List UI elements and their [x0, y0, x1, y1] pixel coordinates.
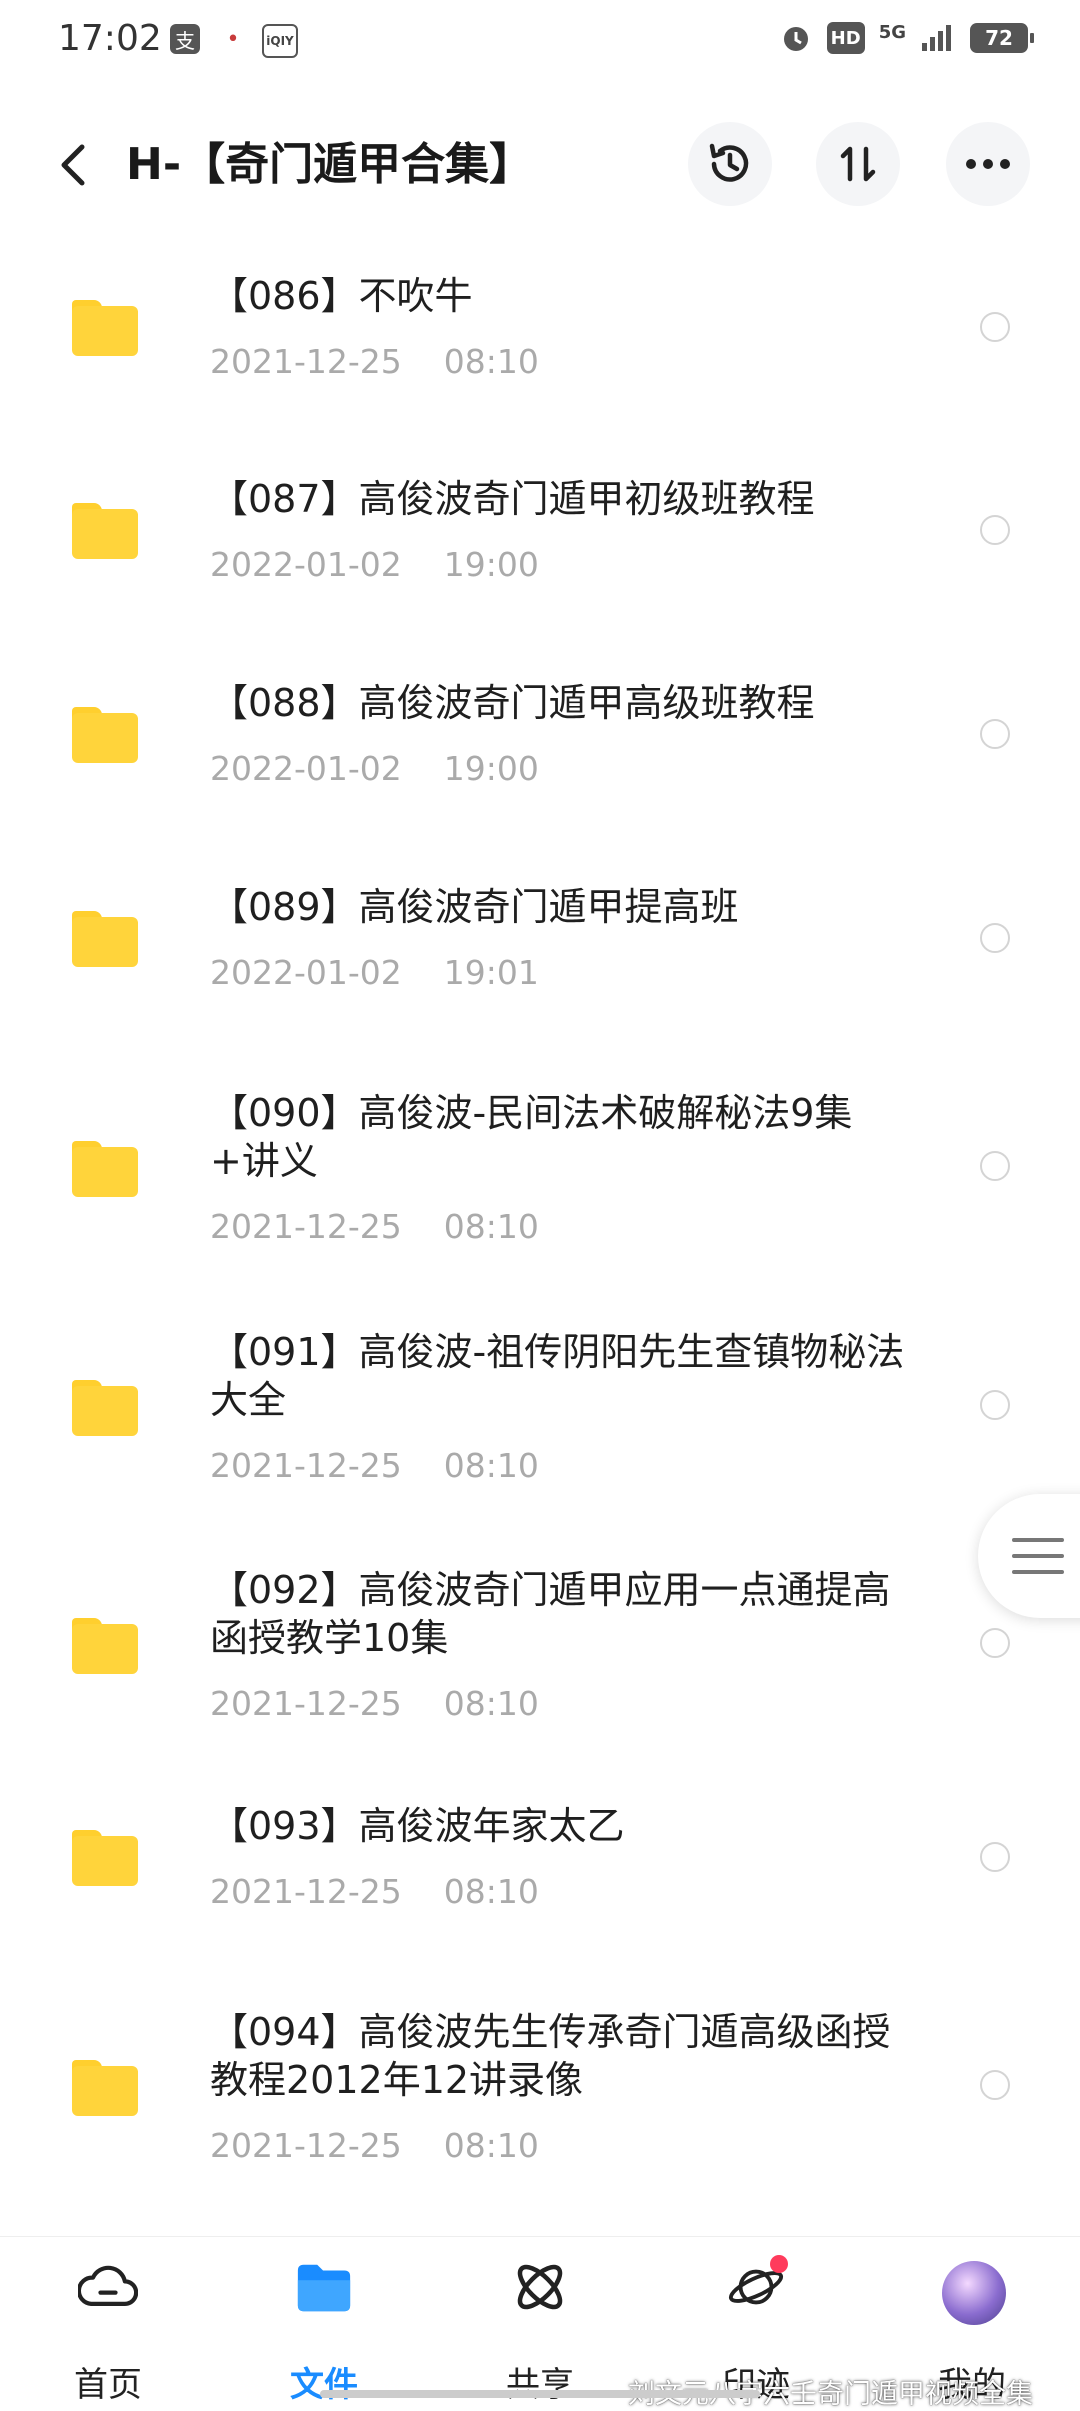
file-date: 2022-01-02 19:01 — [210, 953, 539, 992]
select-radio[interactable] — [980, 1842, 1010, 1872]
atom-share-icon — [510, 2257, 570, 2317]
folder-icon — [72, 1830, 138, 1886]
5g-icon: 5G — [878, 22, 906, 43]
status-bar: 17:02 支 • iQIY HD 5G 72 — [0, 0, 1080, 84]
back-button[interactable] — [48, 132, 98, 198]
file-date: 2021-12-25 08:10 — [210, 1446, 539, 1485]
select-radio[interactable] — [980, 719, 1010, 749]
select-radio[interactable] — [980, 923, 1010, 953]
file-name: 【093】高俊波年家太乙 — [210, 1804, 625, 1848]
avatar — [942, 2261, 1006, 2325]
hd-icon: HD — [826, 22, 865, 54]
select-radio[interactable] — [980, 1390, 1010, 1420]
signal-icon — [920, 22, 956, 54]
more-button[interactable] — [946, 122, 1030, 206]
alarm-icon — [779, 22, 813, 54]
nav-share[interactable]: 共享 — [470, 2257, 610, 2405]
folder-icon — [72, 707, 138, 763]
folder-icon — [294, 2257, 354, 2317]
file-date: 2021-12-25 08:10 — [210, 1684, 539, 1723]
file-date: 2022-01-02 19:00 — [210, 545, 539, 584]
page-title: H-【奇门遁甲合集】 — [126, 139, 534, 190]
select-radio[interactable] — [980, 515, 1010, 545]
nav-home-label: 首页 — [74, 2365, 142, 2405]
sort-button[interactable] — [816, 122, 900, 206]
back-arrow-icon — [61, 144, 85, 186]
notification-badge — [770, 2255, 788, 2273]
nav-share-label: 共享 — [506, 2365, 574, 2405]
alipay-icon: 支 — [170, 24, 200, 54]
file-date: 2021-12-25 08:10 — [210, 1207, 539, 1246]
folder-icon — [72, 1141, 138, 1197]
list-item[interactable]: 【088】高俊波奇门遁甲高级班教程 2022-01-02 19:00 — [0, 643, 1080, 833]
sort-icon — [840, 146, 876, 182]
list-item[interactable]: 【093】高俊波年家太乙 2021-12-25 08:10 — [0, 1766, 1080, 1956]
file-date: 2021-12-25 08:10 — [210, 1872, 539, 1911]
folder-icon — [72, 2060, 138, 2116]
history-icon — [709, 143, 749, 182]
cloud-home-icon — [78, 2257, 138, 2317]
file-date: 2021-12-25 08:10 — [210, 2126, 539, 2165]
folder-icon — [72, 1380, 138, 1436]
list-item[interactable]: 【090】高俊波-民间法术破解秘法9集+讲义 2021-12-25 08:10 — [0, 1051, 1080, 1281]
notification-dot-icon: • — [226, 26, 240, 52]
file-date: 2021-12-25 08:10 — [210, 342, 539, 381]
iqiyi-icon: iQIY — [262, 24, 298, 58]
file-name: 【090】高俊波-民间法术破解秘法9集+讲义 — [210, 1091, 853, 1183]
folder-icon — [72, 503, 138, 559]
list-item[interactable]: 【089】高俊波奇门遁甲提高班 2022-01-02 19:01 — [0, 847, 1080, 1037]
select-radio[interactable] — [980, 1628, 1010, 1658]
nav-files-label: 文件 — [290, 2365, 358, 2405]
folder-icon — [72, 300, 138, 356]
select-radio[interactable] — [980, 1151, 1010, 1181]
file-name: 【091】高俊波-祖传阴阳先生查镇物秘法大全 — [210, 1330, 905, 1422]
file-name: 【089】高俊波奇门遁甲提高班 — [210, 885, 739, 929]
folder-icon — [72, 1618, 138, 1674]
more-icon — [966, 159, 1010, 169]
list-item[interactable]: 【094】高俊波先生传承奇门遁高级函授教程2012年12讲录像 2021-12-… — [0, 1970, 1080, 2200]
select-radio[interactable] — [980, 2070, 1010, 2100]
home-indicator[interactable] — [320, 2390, 760, 2398]
select-radio[interactable] — [980, 312, 1010, 342]
list-item[interactable]: 【091】高俊波-祖传阴阳先生查镇物秘法大全 2021-12-25 08:10 — [0, 1290, 1080, 1520]
file-name: 【094】高俊波先生传承奇门遁高级函授教程2012年12讲录像 — [210, 2010, 891, 2102]
battery-indicator: 72 — [970, 23, 1034, 53]
file-name: 【086】不吹牛 — [210, 274, 473, 318]
history-button[interactable] — [688, 122, 772, 206]
header-bar: H-【奇门遁甲合集】 — [0, 110, 1080, 220]
file-name: 【087】高俊波奇门遁甲初级班教程 — [210, 477, 815, 521]
nav-files[interactable]: 文件 — [254, 2257, 394, 2405]
list-item[interactable]: 【087】高俊波奇门遁甲初级班教程 2022-01-02 19:00 — [0, 439, 1080, 629]
nav-home[interactable]: 首页 — [38, 2257, 178, 2405]
list-item[interactable]: 【092】高俊波奇门遁甲应用一点通提高函授教学10集 2021-12-25 08… — [0, 1528, 1080, 1758]
file-date: 2022-01-02 19:00 — [210, 749, 539, 788]
file-name: 【092】高俊波奇门遁甲应用一点通提高函授教学10集 — [210, 1568, 891, 1660]
status-time: 17:02 — [58, 18, 162, 59]
file-name: 【088】高俊波奇门遁甲高级班教程 — [210, 681, 815, 725]
list-item[interactable]: 【086】不吹牛 2021-12-25 08:10 — [0, 236, 1080, 426]
folder-icon — [72, 911, 138, 967]
menu-lines-icon — [1012, 1538, 1064, 1574]
